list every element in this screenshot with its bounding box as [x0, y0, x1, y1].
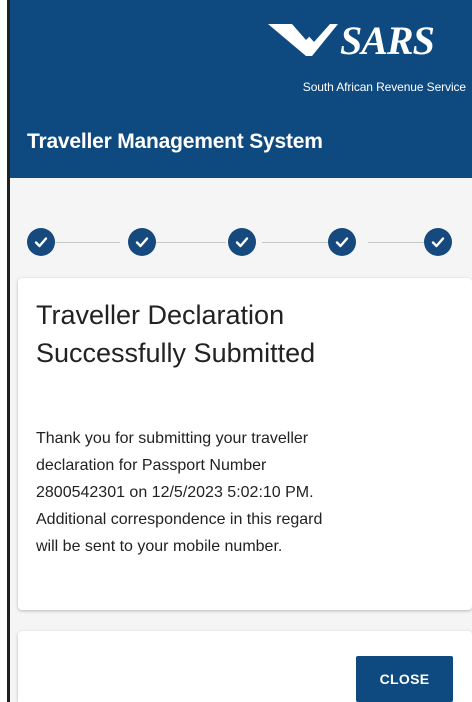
organization-name: South African Revenue Service — [302, 80, 466, 94]
step-connector — [156, 242, 226, 243]
confirmation-card: Traveller Declaration Successfully Submi… — [18, 278, 472, 610]
check-icon — [431, 237, 445, 248]
dialog-actions: CLOSE — [18, 631, 472, 702]
sars-logo: SARS — [252, 14, 462, 64]
step-1-completed — [27, 228, 55, 256]
message-line: Thank you for submitting your traveller — [36, 430, 309, 447]
message-line: Additional correspondence in this regard — [36, 511, 323, 528]
message-line: 2800542301 on 12/5/2023 5:02:10 PM. — [36, 484, 314, 501]
check-icon — [335, 237, 349, 248]
step-5-completed — [424, 228, 452, 256]
step-connector — [50, 242, 120, 243]
step-connector — [368, 242, 428, 243]
confirmation-message: Thank you for submitting your traveller … — [36, 425, 456, 560]
confirmation-title-line-2: Successfully Submitted — [36, 338, 316, 368]
app-header: SARS South African Revenue Service Trave… — [10, 0, 472, 178]
step-2-completed — [128, 228, 156, 256]
close-button[interactable]: CLOSE — [356, 656, 453, 702]
step-connector — [262, 242, 332, 243]
step-3-completed — [228, 228, 256, 256]
check-icon — [235, 237, 249, 248]
confirmation-title: Traveller Declaration Successfully Submi… — [36, 296, 456, 372]
svg-text:SARS: SARS — [340, 18, 434, 63]
message-line: will be sent to your mobile number. — [36, 538, 283, 555]
check-icon — [34, 237, 48, 248]
message-line: declaration for Passport Number — [36, 457, 267, 474]
app-frame: SARS South African Revenue Service Trave… — [0, 0, 472, 702]
check-icon — [135, 237, 149, 248]
sars-logo-mark-icon: SARS — [268, 18, 435, 63]
app-title: Traveller Management System — [27, 130, 323, 153]
confirmation-title-line-1: Traveller Declaration — [36, 300, 285, 330]
step-4-completed — [328, 228, 356, 256]
